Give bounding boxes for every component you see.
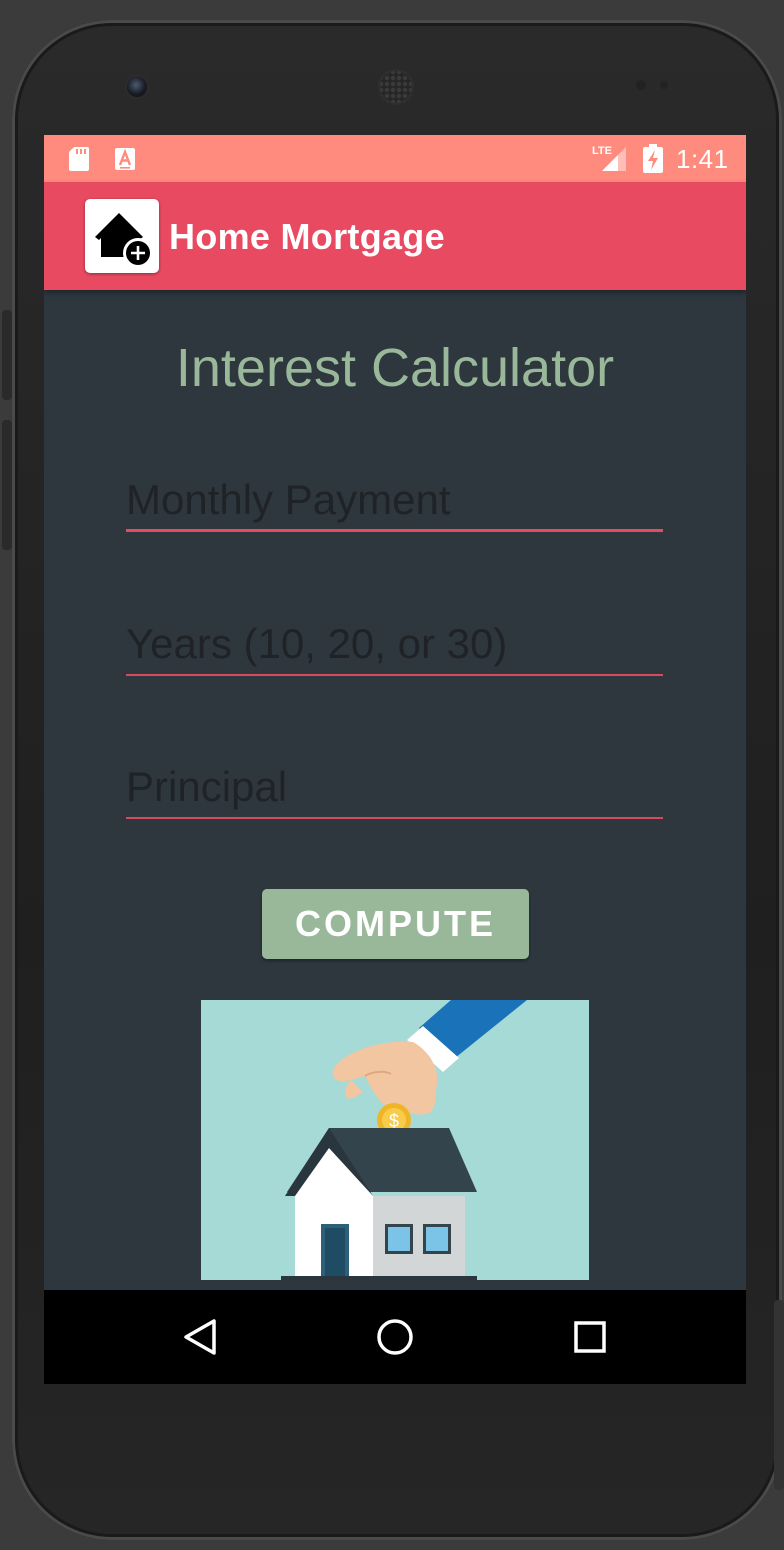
recents-icon[interactable] bbox=[565, 1312, 615, 1362]
app-logo[interactable] bbox=[85, 199, 159, 273]
principal-underline bbox=[126, 817, 663, 819]
light-sensor bbox=[660, 81, 668, 89]
power-button bbox=[2, 420, 12, 550]
app-bar: Home Mortgage bbox=[44, 182, 746, 290]
clock: 1:41 bbox=[676, 144, 729, 174]
front-camera bbox=[127, 77, 147, 97]
status-bar: LTE 1:41 bbox=[44, 135, 746, 182]
back-icon[interactable] bbox=[176, 1312, 226, 1362]
house-coin-savings-illustration: $ bbox=[201, 1000, 589, 1280]
compute-button[interactable]: COMPUTE bbox=[262, 889, 529, 959]
monthly-payment-field[interactable] bbox=[126, 472, 663, 532]
monthly-payment-input[interactable] bbox=[126, 472, 663, 528]
device-screen: LTE 1:41 Home Mortgage Interest Calculat… bbox=[44, 135, 746, 1384]
earpiece-speaker bbox=[378, 69, 414, 105]
years-input[interactable] bbox=[126, 616, 663, 672]
years-underline bbox=[126, 674, 663, 676]
volume-button bbox=[2, 310, 12, 400]
home-add-icon bbox=[95, 213, 153, 268]
battery-charging-icon bbox=[643, 144, 663, 173]
side-edge bbox=[774, 1300, 784, 1490]
app-title: Home Mortgage bbox=[169, 216, 445, 257]
page-heading: Interest Calculator bbox=[175, 338, 615, 398]
navigation-bar bbox=[44, 1290, 746, 1384]
principal-field[interactable] bbox=[126, 759, 663, 819]
sd-card-icon bbox=[69, 147, 89, 171]
proximity-sensor bbox=[636, 80, 646, 90]
home-icon[interactable] bbox=[370, 1312, 420, 1362]
monthly-payment-underline bbox=[126, 529, 663, 532]
years-field[interactable] bbox=[126, 616, 663, 676]
principal-input[interactable] bbox=[126, 759, 663, 815]
svg-text:LTE: LTE bbox=[592, 145, 612, 157]
lte-signal-icon: LTE bbox=[592, 145, 626, 171]
a-notification-icon bbox=[115, 148, 135, 170]
